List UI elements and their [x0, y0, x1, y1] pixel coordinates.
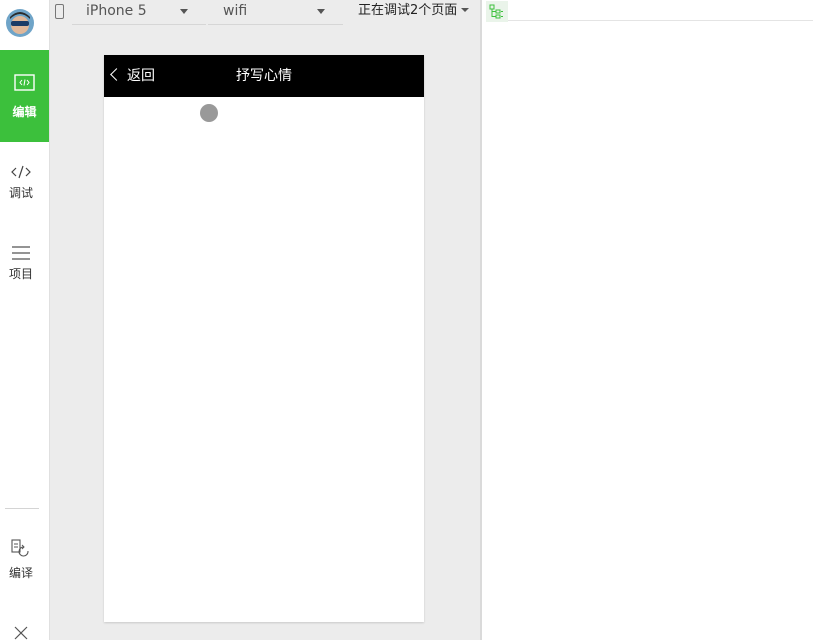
chevron-down-icon: [317, 9, 325, 14]
menu-icon: [12, 246, 30, 260]
sidebar-item-label: 调试: [8, 186, 33, 200]
inspector-panel: [480, 0, 813, 640]
sidebar-item-compile[interactable]: 编译: [0, 535, 42, 585]
navigation-bar: 返回 抒写心情: [104, 55, 424, 97]
sidebar-item-project[interactable]: 项目: [0, 241, 42, 291]
code-icon: [11, 165, 31, 179]
device-icon: [55, 4, 64, 19]
sidebar-item-debug[interactable]: 调试: [0, 160, 42, 210]
compile-icon: [11, 539, 29, 557]
caret-down-icon: [461, 8, 470, 12]
sidebar-divider: [5, 508, 39, 509]
sidebar: 编辑 调试 项目 编译: [0, 0, 50, 640]
debug-pages-label: 正在调试2个页面: [358, 3, 458, 18]
page-title: 抒写心情: [236, 68, 292, 84]
close-icon: [14, 626, 28, 640]
sidebar-item-edit[interactable]: 编辑: [0, 50, 49, 142]
panel-divider: [508, 20, 813, 21]
avatar[interactable]: [6, 9, 34, 37]
touch-cursor: [200, 104, 218, 122]
device-select[interactable]: iPhone 5: [72, 0, 206, 25]
device-select-value: iPhone 5: [86, 3, 147, 19]
wxml-tab[interactable]: [486, 1, 508, 22]
tree-icon: [489, 4, 503, 19]
sidebar-collapse[interactable]: [0, 622, 42, 640]
debug-pages-dropdown[interactable]: 正在调试2个页面: [358, 0, 470, 22]
code-box-icon: [14, 74, 35, 91]
simulator-screen[interactable]: 返回 抒写心情: [104, 55, 424, 622]
network-select[interactable]: wifi: [208, 0, 343, 25]
chevron-down-icon: [180, 9, 188, 14]
sidebar-item-label: 编译: [8, 566, 33, 580]
sidebar-item-label: 项目: [8, 267, 33, 281]
avatar-image: [6, 9, 34, 37]
sidebar-item-label: 编辑: [12, 105, 37, 119]
network-select-value: wifi: [223, 3, 248, 19]
